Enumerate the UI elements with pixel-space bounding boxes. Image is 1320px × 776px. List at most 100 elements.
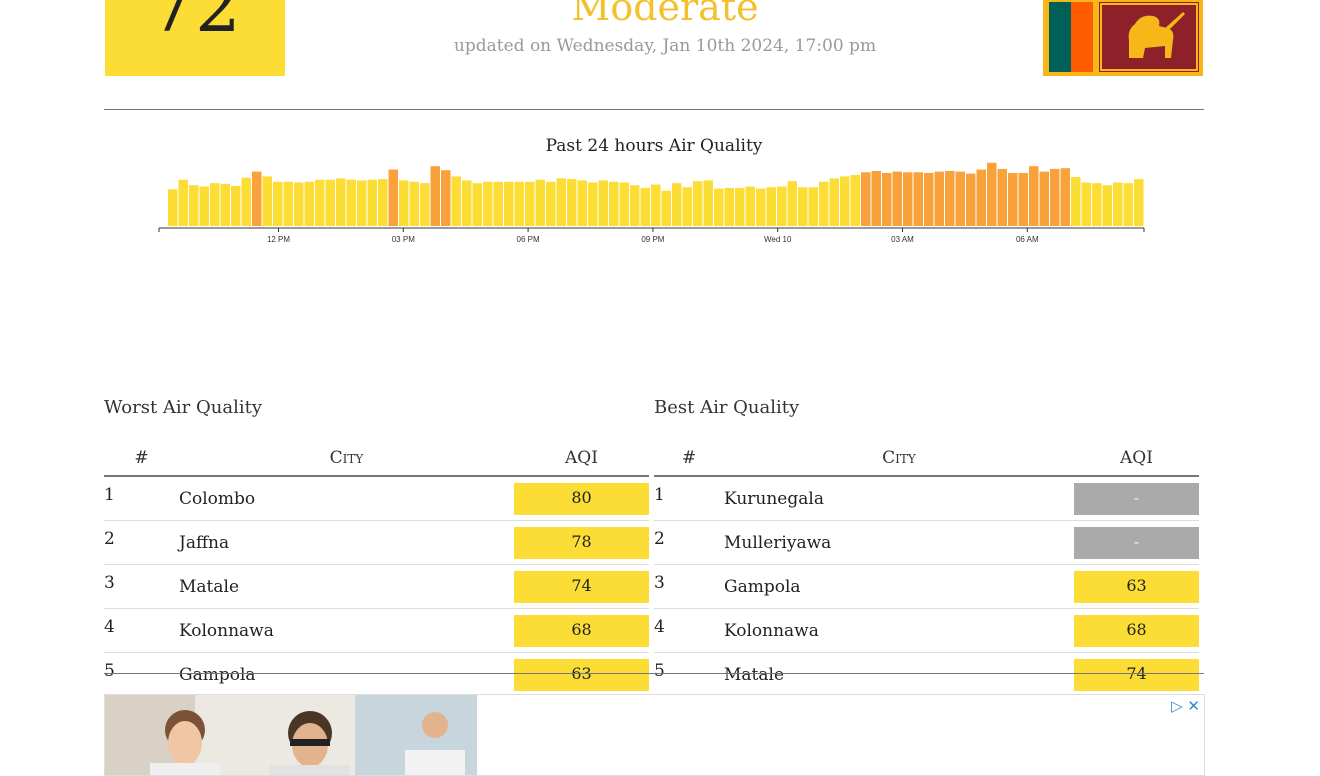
chart-bar[interactable] [189,185,199,226]
chart-bar[interactable] [871,170,882,226]
chart-bar[interactable] [819,181,829,226]
chart-bar[interactable] [966,173,976,226]
chart-bar[interactable] [682,187,693,226]
city-link[interactable]: Kurunegala [724,476,1074,521]
chart-bar[interactable] [850,175,861,226]
chart-bar[interactable] [640,187,651,226]
city-link[interactable]: Colombo [179,476,514,521]
chart-bar[interactable] [441,170,451,226]
chart-bar[interactable] [283,181,294,226]
chart-bar[interactable] [945,170,955,226]
chart-bar[interactable] [609,181,619,226]
chart-bar[interactable] [1018,172,1029,226]
chart-bar[interactable] [210,183,220,226]
chart-bar[interactable] [724,187,735,226]
chart-bar[interactable] [829,178,840,226]
chart-bar[interactable] [325,179,336,226]
chart-bar[interactable] [1113,182,1123,226]
chart-bar[interactable] [462,180,472,226]
chart-bar[interactable] [577,180,588,226]
chart-bar[interactable] [777,186,787,226]
city-link[interactable]: Kolonnawa [724,608,1074,653]
city-link[interactable]: Matale [724,653,1074,697]
chart-bar[interactable] [693,181,703,226]
city-link[interactable]: Jaffna [179,520,514,565]
chart-bar[interactable] [714,188,724,226]
chart-bar[interactable] [1050,168,1060,226]
chart-bar[interactable] [840,176,850,226]
chart-bar[interactable] [430,166,441,226]
chart-bar[interactable] [168,189,178,226]
chart-bar[interactable] [903,172,913,226]
chart-bar[interactable] [787,181,798,226]
chart-bar[interactable] [661,190,672,226]
chart-bar[interactable] [1071,177,1081,226]
chart-bar[interactable] [672,183,682,226]
city-link[interactable]: Mulleriyawa [724,520,1074,565]
chart-bar[interactable] [262,176,273,226]
chart-bar[interactable] [273,181,283,226]
chart-bar[interactable] [955,171,966,226]
chart-bar[interactable] [472,183,483,226]
chart-bar[interactable] [231,185,241,226]
chart-bar[interactable] [294,182,304,226]
chart-bar[interactable] [976,169,987,226]
chart-bar[interactable] [315,179,325,226]
chart-bar[interactable] [745,186,756,226]
chart-bar[interactable] [304,181,315,226]
chart-bar[interactable] [399,180,409,226]
chart-bar[interactable] [651,184,661,226]
chart-bar[interactable] [241,177,252,226]
city-link[interactable]: Kolonnawa [179,608,514,653]
chart-bar[interactable] [535,179,546,226]
chart-bar[interactable] [882,172,892,226]
chart-bar[interactable] [1039,171,1050,226]
chart-bar[interactable] [861,172,871,226]
chart-bar[interactable] [1092,183,1102,226]
chart-bar[interactable] [1060,168,1071,226]
city-link[interactable]: Gampola [724,564,1074,609]
chart-bar[interactable] [388,169,399,226]
chart-bar[interactable] [756,188,766,226]
chart-bar[interactable] [493,181,504,226]
chart-bar[interactable] [514,181,525,226]
chart-bar[interactable] [420,183,430,226]
chart-bar[interactable] [619,182,630,226]
chart-bar[interactable] [378,179,388,226]
adchoices-icon[interactable]: ▷ [1171,697,1183,715]
chart-bar[interactable] [199,186,210,226]
chart-bar[interactable] [178,179,189,226]
close-icon[interactable]: ✕ [1187,697,1200,715]
chart-bar[interactable] [556,178,567,226]
chart-bar[interactable] [336,178,346,226]
chart-bar[interactable] [1081,182,1092,226]
city-link[interactable]: Gampola [179,653,514,697]
chart-bar[interactable] [808,187,819,226]
chart-bar[interactable] [367,179,378,226]
chart-bar[interactable] [598,180,609,226]
chart-bar[interactable] [798,187,808,226]
chart-bar[interactable] [913,172,924,226]
chart-bar[interactable] [357,180,367,226]
chart-bar[interactable] [934,171,945,226]
chart-bar[interactable] [987,162,997,226]
chart-bar[interactable] [1029,166,1039,226]
chart-bar[interactable] [220,183,231,226]
advertisement[interactable]: ▷ ✕ [104,694,1205,776]
chart-bar[interactable] [252,171,262,226]
chart-bar[interactable] [451,176,462,226]
chart-bar[interactable] [409,181,420,226]
chart-bar[interactable] [1123,183,1134,226]
city-link[interactable]: Matale [179,564,514,609]
chart-bar[interactable] [1008,172,1018,226]
chart-bar[interactable] [567,179,577,226]
chart-bar[interactable] [483,181,493,226]
chart-bar[interactable] [588,182,598,226]
chart-bar[interactable] [735,187,745,226]
chart-bar[interactable] [504,181,514,226]
chart-bar[interactable] [525,181,535,226]
ad-image[interactable] [105,695,477,775]
chart-bar[interactable] [892,171,903,226]
chart-bar[interactable] [1102,185,1113,226]
ad-controls[interactable]: ▷ ✕ [1171,697,1200,715]
